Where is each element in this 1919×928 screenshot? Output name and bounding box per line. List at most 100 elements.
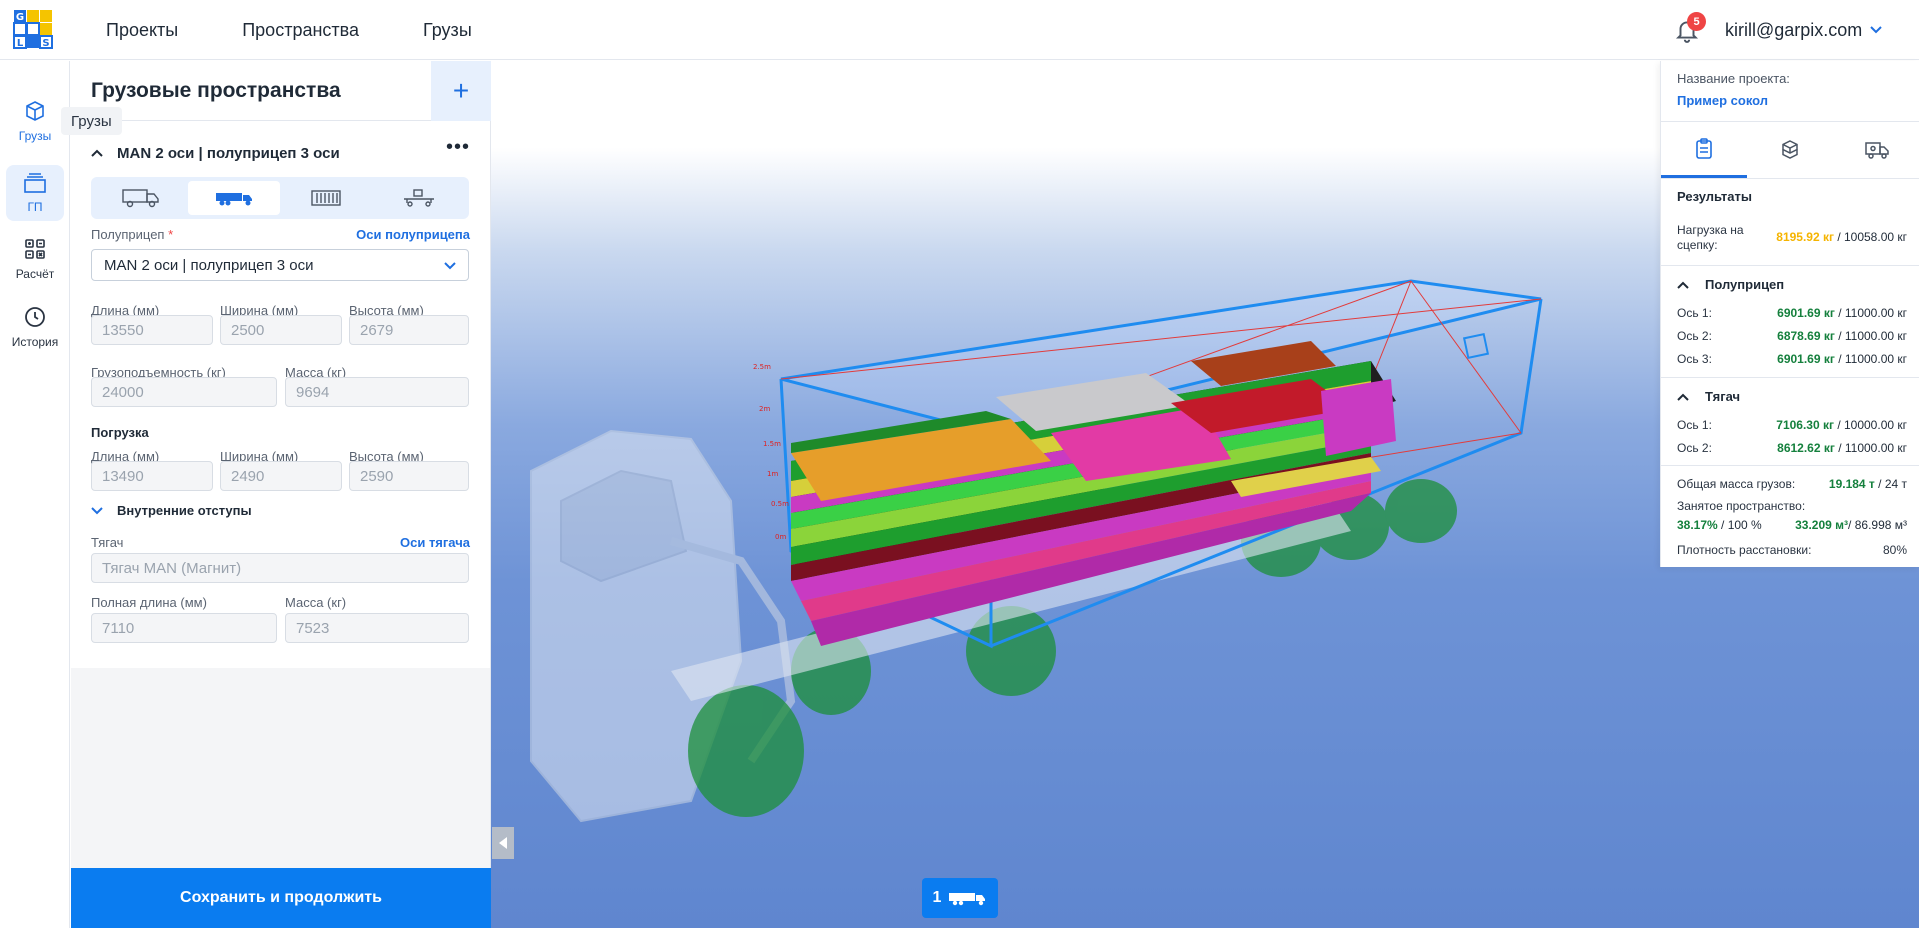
inner-offsets-label: Внутренние отступы bbox=[117, 503, 252, 518]
length-input[interactable]: 13550 bbox=[91, 315, 213, 345]
vehicle-selector-chip[interactable]: 1 bbox=[922, 878, 998, 918]
scale-label-3: 1m bbox=[767, 470, 778, 478]
tractor-mass-label: Масса (кг) bbox=[285, 595, 347, 610]
semitrailer-select-value: MAN 2 оси | полуприцеп 3 оси bbox=[104, 256, 314, 274]
axle-value: 6878.69 кг / 11000.00 кг bbox=[1777, 329, 1907, 343]
semitrailer-label-text: Полуприцеп bbox=[91, 227, 165, 242]
main-nav: Проекты Пространства Грузы bbox=[106, 0, 536, 60]
type-tab-container[interactable] bbox=[280, 181, 373, 215]
user-email: kirill@garpix.com bbox=[1725, 19, 1863, 40]
panel-title: Грузовые пространства bbox=[91, 79, 341, 102]
axle-current: 6901.69 кг bbox=[1777, 306, 1835, 320]
occupied-space-label-row: Занятое пространство: bbox=[1677, 499, 1907, 513]
cargo-spaces-panel: Грузовые пространства + MAN 2 оси | полу… bbox=[71, 61, 491, 668]
chevron-down-icon bbox=[91, 506, 103, 514]
axle-current: 8612.62 кг bbox=[1777, 441, 1835, 455]
chevron-down-icon bbox=[444, 262, 456, 270]
scale-label-4: 0.5m bbox=[771, 500, 789, 508]
rail-item-history[interactable]: История bbox=[6, 299, 64, 355]
hitch-load-current: 8195.92 кг bbox=[1776, 230, 1834, 244]
load-width-input[interactable]: 2490 bbox=[220, 461, 342, 491]
capacity-input[interactable]: 24000 bbox=[91, 377, 277, 407]
calculation-grid-icon bbox=[25, 239, 45, 259]
mass-input[interactable]: 9694 bbox=[285, 377, 469, 407]
scale-label-2: 1.5m bbox=[763, 440, 781, 448]
axle-value: 8612.62 кг / 11000.00 кг bbox=[1777, 441, 1907, 455]
total-mass-row: Общая масса грузов: 19.184 т / 24 т bbox=[1677, 477, 1907, 491]
tractor-input[interactable]: Тягач MAN (Магнит) bbox=[91, 553, 469, 583]
nav-cargo[interactable]: Грузы bbox=[423, 20, 472, 41]
semitrailer-group-toggle[interactable]: Полуприцеп bbox=[1677, 277, 1784, 292]
semitrailer-axle-2: Ось 2: 6878.69 кг / 11000.00 кг bbox=[1677, 329, 1907, 343]
full-length-label: Полная длина (мм) bbox=[91, 595, 207, 610]
occupied-vol-max: / 86.998 м³ bbox=[1848, 518, 1907, 532]
tractor-group-toggle[interactable]: Тягач bbox=[1677, 389, 1740, 404]
occupied-vol-current: 33.209 м³ bbox=[1795, 518, 1849, 532]
rail-label-spaces: ГП bbox=[27, 200, 43, 214]
height-input[interactable]: 2679 bbox=[349, 315, 469, 345]
tractor-mass-input[interactable]: 7523 bbox=[285, 613, 469, 643]
semitrailer-label: Полуприцеп * bbox=[91, 227, 173, 242]
semitrailer-axle-3: Ось 3: 6901.69 кг / 11000.00 кг bbox=[1677, 352, 1907, 366]
axle-current: 6901.69 кг bbox=[1777, 352, 1835, 366]
container-icon bbox=[311, 190, 341, 206]
density-label: Плотность расстановки: bbox=[1677, 543, 1812, 557]
type-tab-platform[interactable] bbox=[373, 181, 466, 215]
axle-value: 6901.69 кг / 11000.00 кг bbox=[1777, 306, 1907, 320]
gls-logo[interactable]: G L S bbox=[12, 8, 56, 52]
space-row[interactable]: MAN 2 оси | полуприцеп 3 оси ••• bbox=[91, 137, 471, 165]
axle-max: / 11000.00 кг bbox=[1834, 306, 1907, 320]
project-name-link[interactable]: Пример сокол bbox=[1677, 93, 1768, 108]
semitrailer-icon bbox=[215, 193, 252, 206]
tab-results[interactable] bbox=[1661, 122, 1748, 178]
required-mark: * bbox=[168, 227, 174, 242]
axle-value: 7106.30 кг / 10000.00 кг bbox=[1776, 418, 1907, 432]
hitch-load-value: 8195.92 кг / 10058.00 кг bbox=[1776, 230, 1907, 253]
truck-settings-icon bbox=[1865, 142, 1889, 159]
clipboard-icon bbox=[1696, 137, 1712, 159]
nav-projects[interactable]: Проекты bbox=[106, 20, 178, 41]
boxes-icon bbox=[1782, 140, 1799, 159]
load-height-input[interactable]: 2590 bbox=[349, 461, 469, 491]
density-row: Плотность расстановки: 80% bbox=[1677, 543, 1907, 557]
user-menu[interactable]: kirill@garpix.com bbox=[1725, 0, 1883, 60]
total-mass-value: 19.184 т / 24 т bbox=[1829, 477, 1907, 491]
chevron-up-icon[interactable] bbox=[91, 149, 103, 157]
rail-label-history: История bbox=[11, 335, 59, 349]
tab-cargo-list[interactable] bbox=[1747, 122, 1833, 178]
semitrailer-group-label: Полуприцеп bbox=[1705, 277, 1785, 292]
total-mass-current: 19.184 т bbox=[1828, 477, 1875, 491]
full-length-input[interactable]: 7110 bbox=[91, 613, 277, 643]
save-and-continue-button[interactable]: Сохранить и продолжить bbox=[71, 868, 491, 928]
load-length-input[interactable]: 13490 bbox=[91, 461, 213, 491]
type-tab-semitrailer[interactable] bbox=[187, 181, 280, 215]
svg-text:G: G bbox=[16, 12, 24, 23]
svg-text:S: S bbox=[42, 38, 49, 49]
more-options-icon[interactable]: ••• bbox=[445, 137, 471, 165]
cargo-box-icon bbox=[26, 101, 44, 121]
type-tab-truck[interactable] bbox=[95, 181, 188, 215]
rail-item-spaces[interactable]: ГП bbox=[6, 165, 64, 221]
platform-icon bbox=[403, 189, 434, 207]
tractor-axes-link[interactable]: Оси тягача bbox=[400, 535, 470, 550]
semitrailer-axes-link[interactable]: Оси полуприцепа bbox=[356, 227, 470, 242]
collapse-panel-button[interactable] bbox=[492, 827, 514, 859]
space-type-selector bbox=[91, 177, 469, 219]
nav-spaces[interactable]: Пространства bbox=[242, 20, 359, 41]
history-clock-icon bbox=[25, 307, 45, 327]
width-input[interactable]: 2500 bbox=[220, 315, 342, 345]
rail-item-cargo[interactable]: Грузы bbox=[6, 93, 64, 149]
tab-vehicle-settings[interactable] bbox=[1834, 122, 1919, 178]
panel-empty-area bbox=[71, 668, 491, 868]
hitch-load-row: Нагрузка на сцепку: 8195.92 кг / 10058.0… bbox=[1677, 223, 1907, 253]
inner-offsets-toggle[interactable]: Внутренние отступы bbox=[91, 503, 252, 518]
axle-current: 7106.30 кг bbox=[1776, 418, 1834, 432]
divider bbox=[1661, 265, 1919, 266]
rail-item-calculation[interactable]: Расчёт bbox=[6, 231, 64, 287]
add-space-button[interactable]: + bbox=[431, 61, 491, 121]
occupied-vol: 33.209 м³/ 86.998 м³ bbox=[1795, 518, 1907, 532]
tractor-label: Тягач bbox=[91, 535, 124, 550]
semitrailer-select[interactable]: MAN 2 оси | полуприцеп 3 оси bbox=[91, 249, 469, 281]
rail-tooltip: Грузы bbox=[61, 107, 122, 135]
rail-label-cargo: Грузы bbox=[18, 129, 52, 143]
